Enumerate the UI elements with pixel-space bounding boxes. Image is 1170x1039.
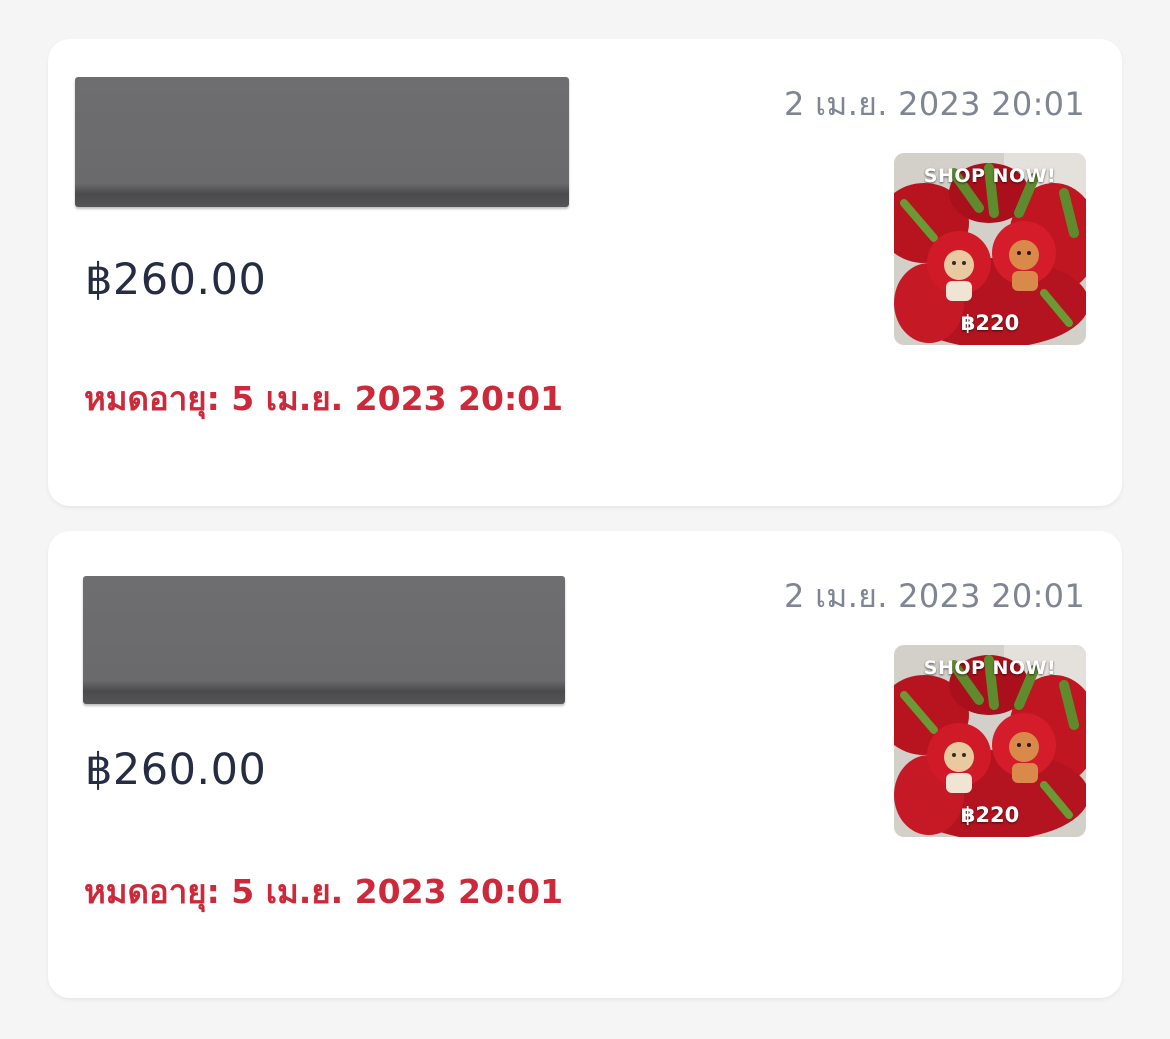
voucher-date: 2 เม.ย. 2023 20:01: [783, 85, 1085, 123]
voucher-price: ฿260.00: [85, 255, 267, 305]
voucher-date: 2 เม.ย. 2023 20:01: [783, 577, 1085, 615]
voucher-card[interactable]: 2 เม.ย. 2023 20:01 ฿260.00 หมดอายุ: 5 เม…: [48, 39, 1122, 506]
voucher-price: ฿260.00: [85, 745, 267, 795]
thumbnail-price: ฿220: [960, 803, 1020, 827]
voucher-card[interactable]: 2 เม.ย. 2023 20:01 ฿260.00 หมดอายุ: 5 เม…: [48, 531, 1122, 998]
thumbnail-headline: SHOP NOW!: [923, 165, 1057, 187]
voucher-expiry: หมดอายุ: 5 เม.ย. 2023 20:01: [84, 379, 564, 418]
product-thumbnail[interactable]: SHOP NOW! ฿220: [894, 153, 1086, 345]
voucher-expiry: หมดอายุ: 5 เม.ย. 2023 20:01: [84, 872, 564, 911]
redacted-title-block: [83, 576, 565, 704]
product-thumbnail[interactable]: SHOP NOW! ฿220: [894, 645, 1086, 837]
thumbnail-price: ฿220: [960, 311, 1020, 335]
thumbnail-headline: SHOP NOW!: [923, 657, 1057, 679]
redacted-title-block: [75, 77, 569, 207]
